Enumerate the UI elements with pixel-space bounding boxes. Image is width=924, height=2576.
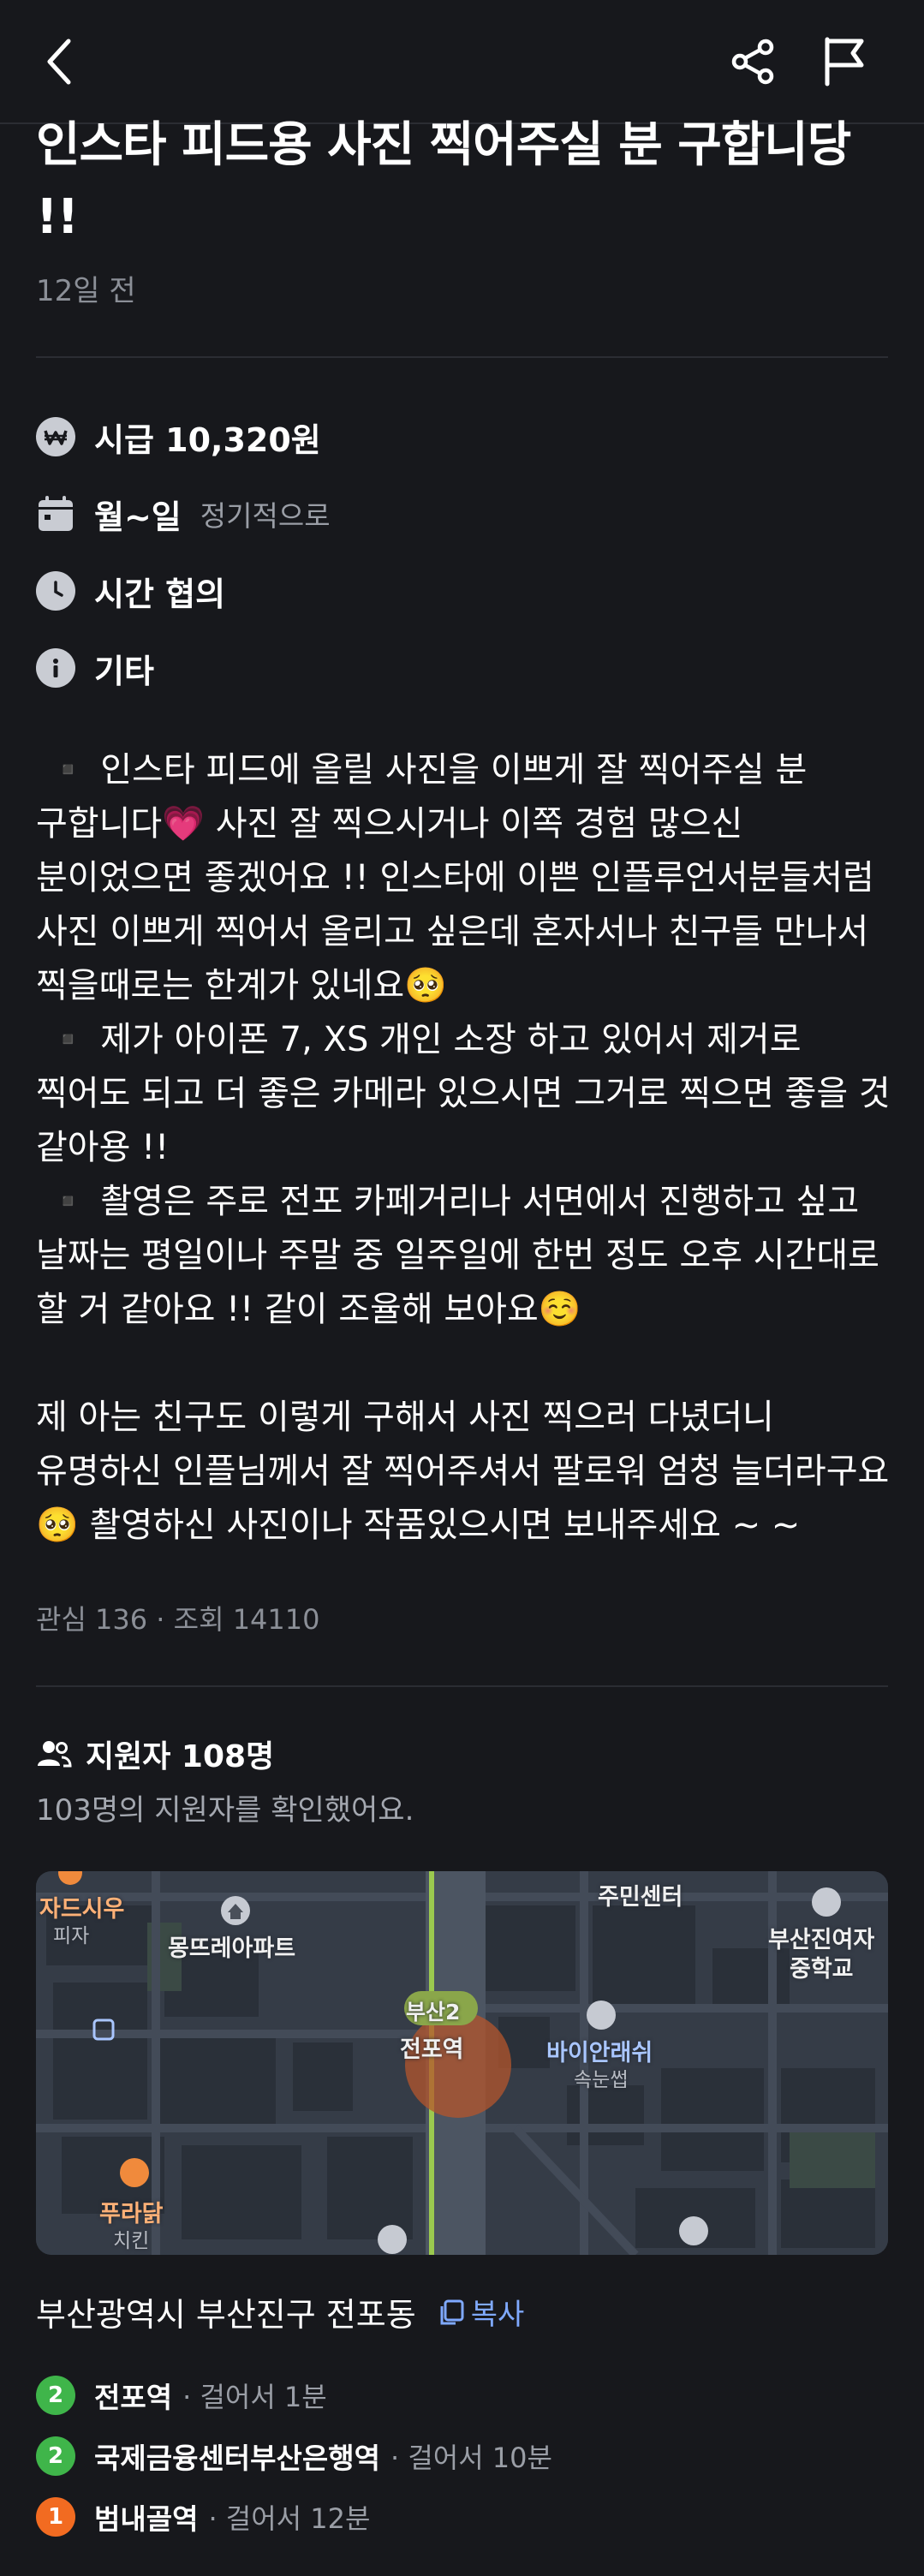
- copy-label: 복사: [470, 2298, 525, 2332]
- subway-line-badge: 1: [36, 2497, 75, 2537]
- map-label-school-2: 중학교: [790, 1956, 854, 1983]
- map-label-station: 전포역: [400, 2036, 464, 2063]
- map-label-line-badge: 부산2: [406, 2000, 461, 2024]
- map-label-chicken-type: 치킨: [113, 2230, 150, 2252]
- people-icon: [38, 1741, 72, 1768]
- applicants-checked: 103명의 지원자를 확인했어요.: [36, 1793, 414, 1828]
- subway-line-badge: 2: [36, 2376, 75, 2415]
- days-row: 월~일 정기적으로: [36, 490, 331, 538]
- subway-line-badge: 2: [36, 2436, 75, 2476]
- view-stats: 관심 136 · 조회 14110: [36, 1603, 320, 1636]
- time-text: 시간 협의: [94, 575, 226, 613]
- map-label-center: 주민센터: [598, 1884, 683, 1911]
- map-label-shop-type: 속눈썹: [574, 2069, 629, 2091]
- post-description: ▪️ 인스타 피드에 올릴 사진을 이쁘게 잘 찍어주실 분 구합니다💗 사진 …: [36, 750, 891, 1545]
- copy-icon: [440, 2299, 464, 2324]
- days-note: 정기적으로: [200, 499, 331, 533]
- station-item: 1 범내골역 · 걸어서 12분: [36, 2496, 370, 2538]
- share-icon: [731, 39, 774, 85]
- info-icon: [36, 648, 75, 688]
- chevron-left-icon: [47, 39, 71, 85]
- share-button[interactable]: [723, 31, 784, 92]
- etc-row: 기타: [36, 644, 154, 692]
- copy-address-button[interactable]: 복사: [437, 2291, 525, 2333]
- time-row: 시간 협의: [36, 567, 225, 615]
- address-text: 부산광역시 부산진구 전포동: [36, 2296, 416, 2334]
- divider: [36, 1685, 888, 1687]
- clock-icon: [36, 571, 75, 611]
- station-name: 범내골역: [94, 2502, 199, 2536]
- wage-row: 시급 10,320원: [36, 413, 321, 461]
- location-map[interactable]: 자드시우 피자 몽뜨레아파트 주민센터 부산진여자 중학교 부산2 전포역 바이…: [36, 1871, 888, 2255]
- station-item: 2 전포역 · 걸어서 1분: [36, 2374, 327, 2417]
- station-name: 전포역: [94, 2381, 173, 2414]
- flag-icon: [825, 37, 864, 86]
- wage-text: 시급 10,320원: [94, 420, 321, 459]
- map-label-apartment: 몽뜨레아파트: [168, 1935, 296, 1962]
- applicants-header: 지원자 108명: [36, 1732, 274, 1776]
- back-button[interactable]: [29, 31, 91, 92]
- station-distance: · 걸어서 1분: [182, 2381, 327, 2413]
- applicants-count: 지원자 108명: [86, 1739, 275, 1774]
- station-name: 국제금융센터부산은행역: [94, 2442, 380, 2475]
- days-text: 월~일: [94, 498, 182, 536]
- report-button[interactable]: [814, 31, 875, 92]
- divider: [36, 356, 888, 358]
- station-distance: · 걸어서 12분: [208, 2502, 371, 2535]
- etc-text: 기타: [94, 652, 154, 690]
- top-app-bar: [0, 0, 924, 124]
- map-label-cafe-type: 피자: [53, 1925, 90, 1947]
- calendar-icon: [36, 494, 75, 534]
- station-item: 2 국제금융센터부산은행역 · 걸어서 10분: [36, 2435, 552, 2478]
- address-row: 부산광역시 부산진구 전포동 복사: [36, 2288, 524, 2335]
- post-title: 인스타 피드용 사진 찍어주실 분 구합니당 !!: [36, 117, 851, 245]
- posted-time: 12일 전: [36, 274, 136, 308]
- station-distance: · 걸어서 10분: [390, 2442, 552, 2474]
- won-icon: [36, 417, 75, 456]
